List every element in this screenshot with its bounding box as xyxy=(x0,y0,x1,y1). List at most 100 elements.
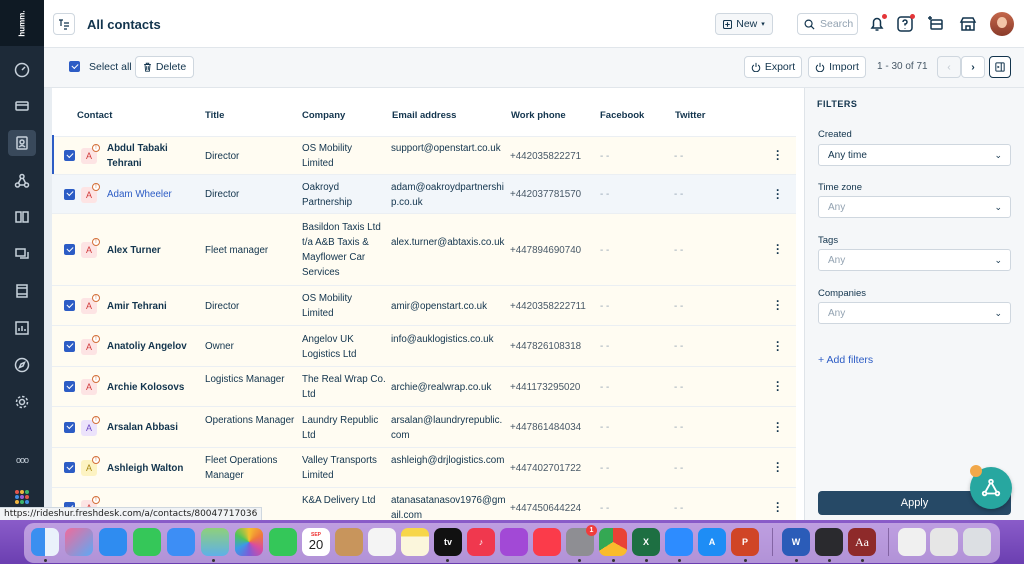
row-checkbox[interactable] xyxy=(64,188,75,200)
compass-icon[interactable] xyxy=(8,352,36,378)
podcasts-icon[interactable] xyxy=(500,528,528,556)
notifications-bell-icon[interactable] xyxy=(866,13,888,35)
contact-name-link[interactable]: Alex Turner xyxy=(107,243,197,258)
contact-name-link[interactable]: Abdul Tabaki Tehrani xyxy=(107,141,197,171)
document-preview-icon[interactable] xyxy=(898,528,926,556)
row-checkbox[interactable] xyxy=(64,150,75,161)
dashboard-icon[interactable] xyxy=(8,57,36,83)
search-input[interactable]: Search xyxy=(797,13,858,35)
filter-toggle-icon[interactable] xyxy=(53,13,75,35)
photos-icon[interactable] xyxy=(235,528,263,556)
reminders-icon[interactable] xyxy=(368,528,396,556)
table-row[interactable]: A! Amir Tehrani Director OS Mobility Limite… xyxy=(52,285,796,325)
contact-name-link[interactable]: Ashleigh Walton xyxy=(107,461,197,476)
prev-page-button[interactable]: ‹ xyxy=(937,56,961,78)
row-more-options-icon[interactable]: · · · xyxy=(776,497,782,517)
table-row[interactable]: A! Arsalan Abbasi Operations Manager Laundr… xyxy=(52,406,796,447)
launchpad-icon[interactable] xyxy=(65,528,93,556)
window-preview-icon[interactable] xyxy=(930,528,958,556)
finder-icon[interactable] xyxy=(31,528,59,556)
row-checkbox[interactable] xyxy=(64,381,75,392)
settings-icon[interactable] xyxy=(8,389,36,415)
toggle-filters-panel-button[interactable] xyxy=(989,56,1011,78)
video-app-icon[interactable] xyxy=(815,528,843,556)
contact-name-link[interactable]: Arsalan Abbasi xyxy=(107,420,197,435)
column-header-work-phone[interactable]: Work phone xyxy=(511,110,566,121)
zoom-icon[interactable] xyxy=(665,528,693,556)
row-checkbox[interactable] xyxy=(64,340,75,352)
select-all-checkbox[interactable] xyxy=(69,61,80,72)
table-row[interactable]: A! Ashleigh Walton Fleet Operations Manage… xyxy=(52,447,796,487)
notes-icon[interactable] xyxy=(401,528,429,556)
humm-logo[interactable]: humm. xyxy=(0,0,44,46)
system-settings-icon[interactable]: 1 xyxy=(566,525,597,556)
row-more-options-icon[interactable]: · · · xyxy=(776,336,782,356)
marketplace-icon[interactable] xyxy=(957,13,979,35)
excel-icon[interactable]: X xyxy=(632,528,660,556)
column-header-twitter[interactable]: Twitter xyxy=(675,110,705,121)
import-button[interactable]: Import xyxy=(808,56,866,78)
table-row[interactable]: A! Alex Turner Fleet manager Basildon Taxis… xyxy=(52,213,796,285)
column-header-title[interactable]: Title xyxy=(205,110,224,121)
companies-icon[interactable] xyxy=(8,168,36,194)
apps-grid-icon[interactable] xyxy=(15,490,29,504)
companies-filter-select[interactable]: Any ⌄ xyxy=(818,302,1011,324)
add-filters-link[interactable]: + Add filters xyxy=(818,354,873,366)
messages-icon[interactable] xyxy=(133,528,161,556)
row-more-options-icon[interactable]: · · · xyxy=(776,239,782,259)
help-icon[interactable] xyxy=(894,13,916,35)
knowledge-base-icon[interactable] xyxy=(8,204,36,230)
word-icon[interactable]: W xyxy=(782,528,810,556)
contact-name-link[interactable]: Anatoliy Angelov xyxy=(107,339,197,354)
table-row[interactable]: A! Anatoliy Angelov Owner Angelov UK Logist… xyxy=(52,325,796,366)
contacts-icon[interactable] xyxy=(8,130,36,156)
row-more-options-icon[interactable]: · · · xyxy=(776,457,782,477)
created-filter-select[interactable]: Any time ⌄ xyxy=(818,144,1011,166)
column-header-contact[interactable]: Contact xyxy=(77,110,112,121)
timezone-filter-select[interactable]: Any ⌄ xyxy=(818,196,1011,218)
mail-icon[interactable] xyxy=(167,528,195,556)
app-store-icon[interactable]: A xyxy=(698,528,726,556)
user-avatar[interactable] xyxy=(990,12,1014,36)
new-button[interactable]: New ▾ xyxy=(715,13,773,35)
row-more-options-icon[interactable]: · · · xyxy=(776,417,782,437)
music-icon[interactable]: ♪ xyxy=(467,528,495,556)
row-more-options-icon[interactable]: · · · xyxy=(776,376,782,396)
add-app-icon[interactable] xyxy=(925,13,947,35)
contact-name-link[interactable]: Amir Tehrani xyxy=(107,299,197,314)
table-row[interactable]: A! Adam Wheeler Director Oakroyd Partnershi… xyxy=(52,174,796,213)
phone-icon[interactable] xyxy=(8,278,36,304)
reports-icon[interactable] xyxy=(8,315,36,341)
row-more-options-icon[interactable]: · · · xyxy=(776,184,782,204)
row-checkbox[interactable] xyxy=(64,244,75,255)
tags-filter-select[interactable]: Any ⌄ xyxy=(818,249,1011,271)
powerpoint-icon[interactable]: P xyxy=(731,528,759,556)
table-row[interactable]: A! Archie Kolosovs Logistics Manager The Re… xyxy=(52,366,796,406)
table-row[interactable]: A! Abdul Tabaki Tehrani Director OS Mobilit… xyxy=(52,136,796,174)
row-checkbox[interactable] xyxy=(64,300,75,311)
row-more-options-icon[interactable]: · · · xyxy=(776,295,782,315)
news-icon[interactable] xyxy=(533,528,561,556)
row-checkbox[interactable] xyxy=(64,421,75,433)
column-header-company[interactable]: Company xyxy=(302,110,345,121)
dictionary-icon[interactable]: Aa xyxy=(848,528,876,556)
maps-icon[interactable] xyxy=(201,528,229,556)
row-checkbox[interactable] xyxy=(64,462,75,473)
trash-bin-icon[interactable] xyxy=(963,528,991,556)
more-icon[interactable]: ooo xyxy=(8,447,36,473)
column-header-email[interactable]: Email address xyxy=(392,110,456,121)
contacts-app-icon[interactable] xyxy=(335,528,363,556)
contact-name-link[interactable]: Archie Kolosovs xyxy=(107,380,197,395)
conversations-icon[interactable] xyxy=(8,241,36,267)
column-header-facebook[interactable]: Facebook xyxy=(600,110,644,121)
next-page-button[interactable]: › xyxy=(961,56,985,78)
chrome-icon[interactable] xyxy=(599,528,627,556)
ticket-icon[interactable] xyxy=(8,93,36,119)
apple-tv-icon[interactable]: tv xyxy=(434,528,462,556)
contact-name-link[interactable]: Adam Wheeler xyxy=(107,187,197,202)
facetime-icon[interactable] xyxy=(269,528,297,556)
delete-button[interactable]: Delete xyxy=(135,56,194,78)
safari-icon[interactable] xyxy=(99,528,127,556)
export-button[interactable]: Export xyxy=(744,56,802,78)
row-more-options-icon[interactable]: · · · xyxy=(776,145,782,165)
